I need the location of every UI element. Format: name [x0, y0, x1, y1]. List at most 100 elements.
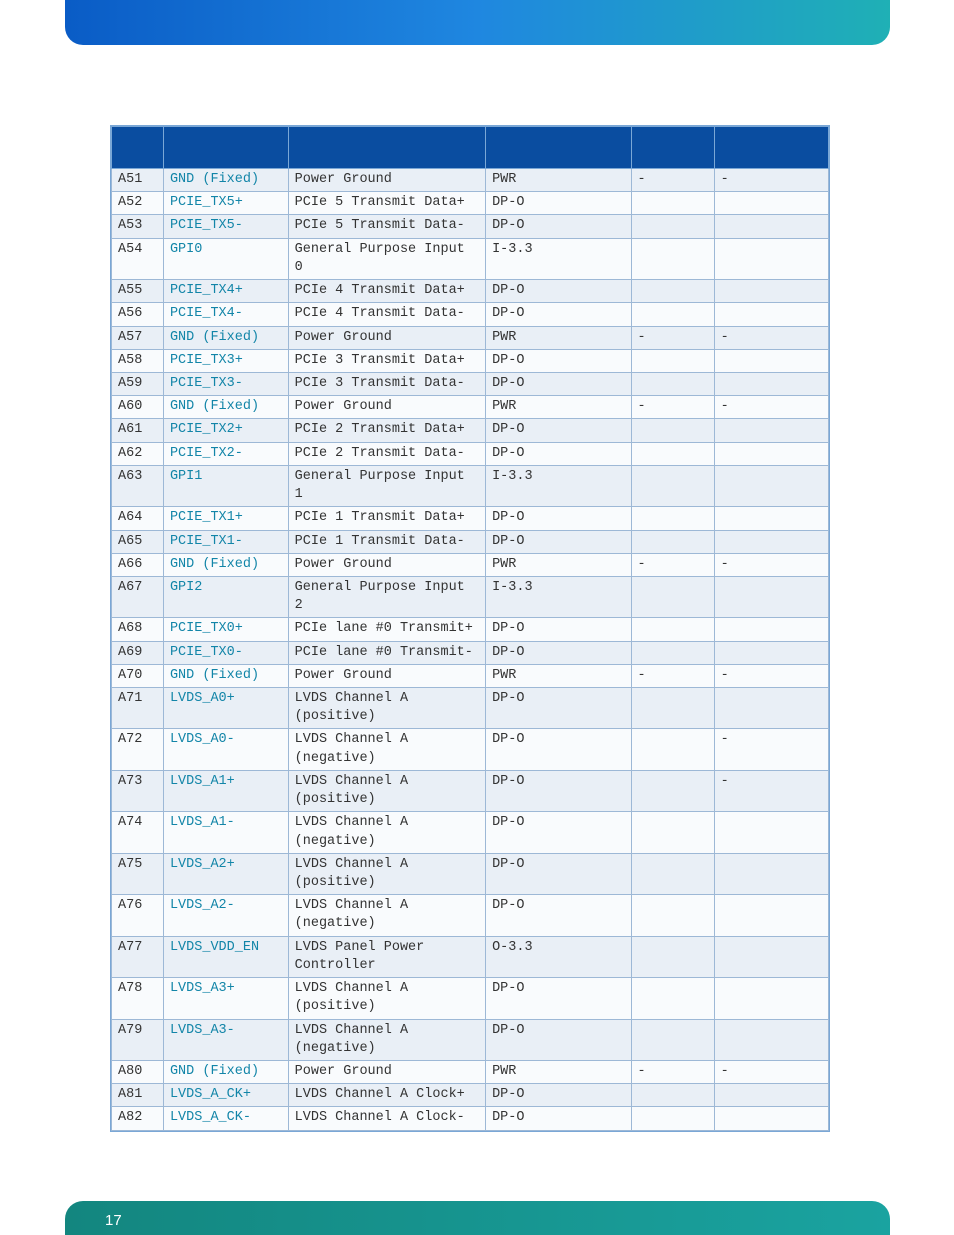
table-row: A66GND (Fixed)Power GroundPWR--	[112, 553, 829, 576]
cell-cmt: -	[714, 1060, 828, 1083]
cell-desc: LVDS Channel A Clock+	[288, 1084, 485, 1107]
cell-type: I-3.3	[486, 576, 631, 617]
table-row: A61PCIE_TX2+PCIe 2 Transmit Data+DP-O	[112, 419, 829, 442]
cell-signal: PCIE_TX3+	[163, 349, 288, 372]
cell-pu	[631, 465, 714, 506]
cell-cmt: -	[714, 169, 828, 192]
table-row: A74LVDS_A1-LVDS Channel A (negative)DP-O	[112, 812, 829, 853]
cell-pin: A57	[112, 326, 164, 349]
cell-type: DP-O	[486, 280, 631, 303]
cell-pu	[631, 770, 714, 811]
cell-desc: PCIe 2 Transmit Data+	[288, 419, 485, 442]
cell-desc: LVDS Channel A (positive)	[288, 688, 485, 729]
cell-pin: A73	[112, 770, 164, 811]
cell-desc: LVDS Channel A (positive)	[288, 770, 485, 811]
cell-cmt	[714, 978, 828, 1019]
cell-cmt	[714, 936, 828, 977]
cell-pin: A62	[112, 442, 164, 465]
cell-type: DP-O	[486, 303, 631, 326]
cell-cmt	[714, 1084, 828, 1107]
cell-desc: PCIe 1 Transmit Data-	[288, 530, 485, 553]
pin-table: A51GND (Fixed)Power GroundPWR--A52PCIE_T…	[111, 126, 829, 1131]
cell-desc: PCIe lane #0 Transmit-	[288, 641, 485, 664]
cell-cmt	[714, 465, 828, 506]
cell-signal: LVDS_A_CK-	[163, 1107, 288, 1130]
table-row: A81LVDS_A_CK+LVDS Channel A Clock+DP-O	[112, 1084, 829, 1107]
cell-pin: A78	[112, 978, 164, 1019]
cell-cmt: -	[714, 396, 828, 419]
cell-signal: PCIE_TX5+	[163, 192, 288, 215]
table-row: A65PCIE_TX1-PCIe 1 Transmit Data-DP-O	[112, 530, 829, 553]
cell-signal: LVDS_A1+	[163, 770, 288, 811]
cell-pin: A74	[112, 812, 164, 853]
cell-type: DP-O	[486, 372, 631, 395]
cell-signal: GND (Fixed)	[163, 396, 288, 419]
cell-pin: A51	[112, 169, 164, 192]
cell-signal: GND (Fixed)	[163, 326, 288, 349]
cell-cmt: -	[714, 326, 828, 349]
cell-desc: LVDS Channel A (negative)	[288, 1019, 485, 1060]
cell-cmt	[714, 442, 828, 465]
header-cmt	[714, 127, 828, 169]
cell-type: O-3.3	[486, 936, 631, 977]
cell-type: PWR	[486, 169, 631, 192]
cell-pu	[631, 215, 714, 238]
cell-pu	[631, 372, 714, 395]
cell-desc: Power Ground	[288, 553, 485, 576]
table-row: A75LVDS_A2+LVDS Channel A (positive)DP-O	[112, 853, 829, 894]
cell-desc: LVDS Channel A (negative)	[288, 729, 485, 770]
cell-type: PWR	[486, 664, 631, 687]
cell-pin: A63	[112, 465, 164, 506]
cell-type: DP-O	[486, 895, 631, 936]
cell-type: PWR	[486, 396, 631, 419]
cell-signal: PCIE_TX5-	[163, 215, 288, 238]
cell-pin: A81	[112, 1084, 164, 1107]
cell-type: DP-O	[486, 419, 631, 442]
cell-cmt	[714, 192, 828, 215]
cell-type: PWR	[486, 553, 631, 576]
cell-desc: Power Ground	[288, 326, 485, 349]
cell-pu	[631, 895, 714, 936]
header-pu	[631, 127, 714, 169]
cell-pin: A53	[112, 215, 164, 238]
cell-desc: LVDS Channel A (negative)	[288, 895, 485, 936]
cell-desc: Power Ground	[288, 664, 485, 687]
cell-pin: A52	[112, 192, 164, 215]
cell-pin: A75	[112, 853, 164, 894]
cell-signal: GND (Fixed)	[163, 1060, 288, 1083]
cell-cmt	[714, 507, 828, 530]
cell-signal: GPI1	[163, 465, 288, 506]
table-row: A55PCIE_TX4+PCIe 4 Transmit Data+DP-O	[112, 280, 829, 303]
cell-pu	[631, 442, 714, 465]
table-row: A52PCIE_TX5+PCIe 5 Transmit Data+DP-O	[112, 192, 829, 215]
cell-pu	[631, 303, 714, 326]
header-pin	[112, 127, 164, 169]
cell-pin: A61	[112, 419, 164, 442]
cell-pu	[631, 618, 714, 641]
cell-type: I-3.3	[486, 465, 631, 506]
cell-pu	[631, 978, 714, 1019]
cell-cmt	[714, 1019, 828, 1060]
cell-cmt	[714, 576, 828, 617]
table-row: A78LVDS_A3+LVDS Channel A (positive)DP-O	[112, 978, 829, 1019]
cell-type: DP-O	[486, 853, 631, 894]
cell-desc: General Purpose Input 1	[288, 465, 485, 506]
cell-desc: General Purpose Input 0	[288, 238, 485, 279]
table-row: A73LVDS_A1+LVDS Channel A (positive)DP-O…	[112, 770, 829, 811]
cell-cmt	[714, 618, 828, 641]
table-row: A59PCIE_TX3-PCIe 3 Transmit Data-DP-O	[112, 372, 829, 395]
table-row: A64PCIE_TX1+PCIe 1 Transmit Data+DP-O	[112, 507, 829, 530]
cell-pu	[631, 419, 714, 442]
cell-desc: Power Ground	[288, 169, 485, 192]
cell-pin: A56	[112, 303, 164, 326]
cell-pin: A55	[112, 280, 164, 303]
cell-type: DP-O	[486, 192, 631, 215]
cell-type: DP-O	[486, 1019, 631, 1060]
cell-pu	[631, 729, 714, 770]
cell-pu	[631, 853, 714, 894]
cell-pin: A76	[112, 895, 164, 936]
cell-signal: LVDS_A3+	[163, 978, 288, 1019]
cell-pin: A58	[112, 349, 164, 372]
cell-signal: PCIE_TX1+	[163, 507, 288, 530]
cell-pin: A82	[112, 1107, 164, 1130]
